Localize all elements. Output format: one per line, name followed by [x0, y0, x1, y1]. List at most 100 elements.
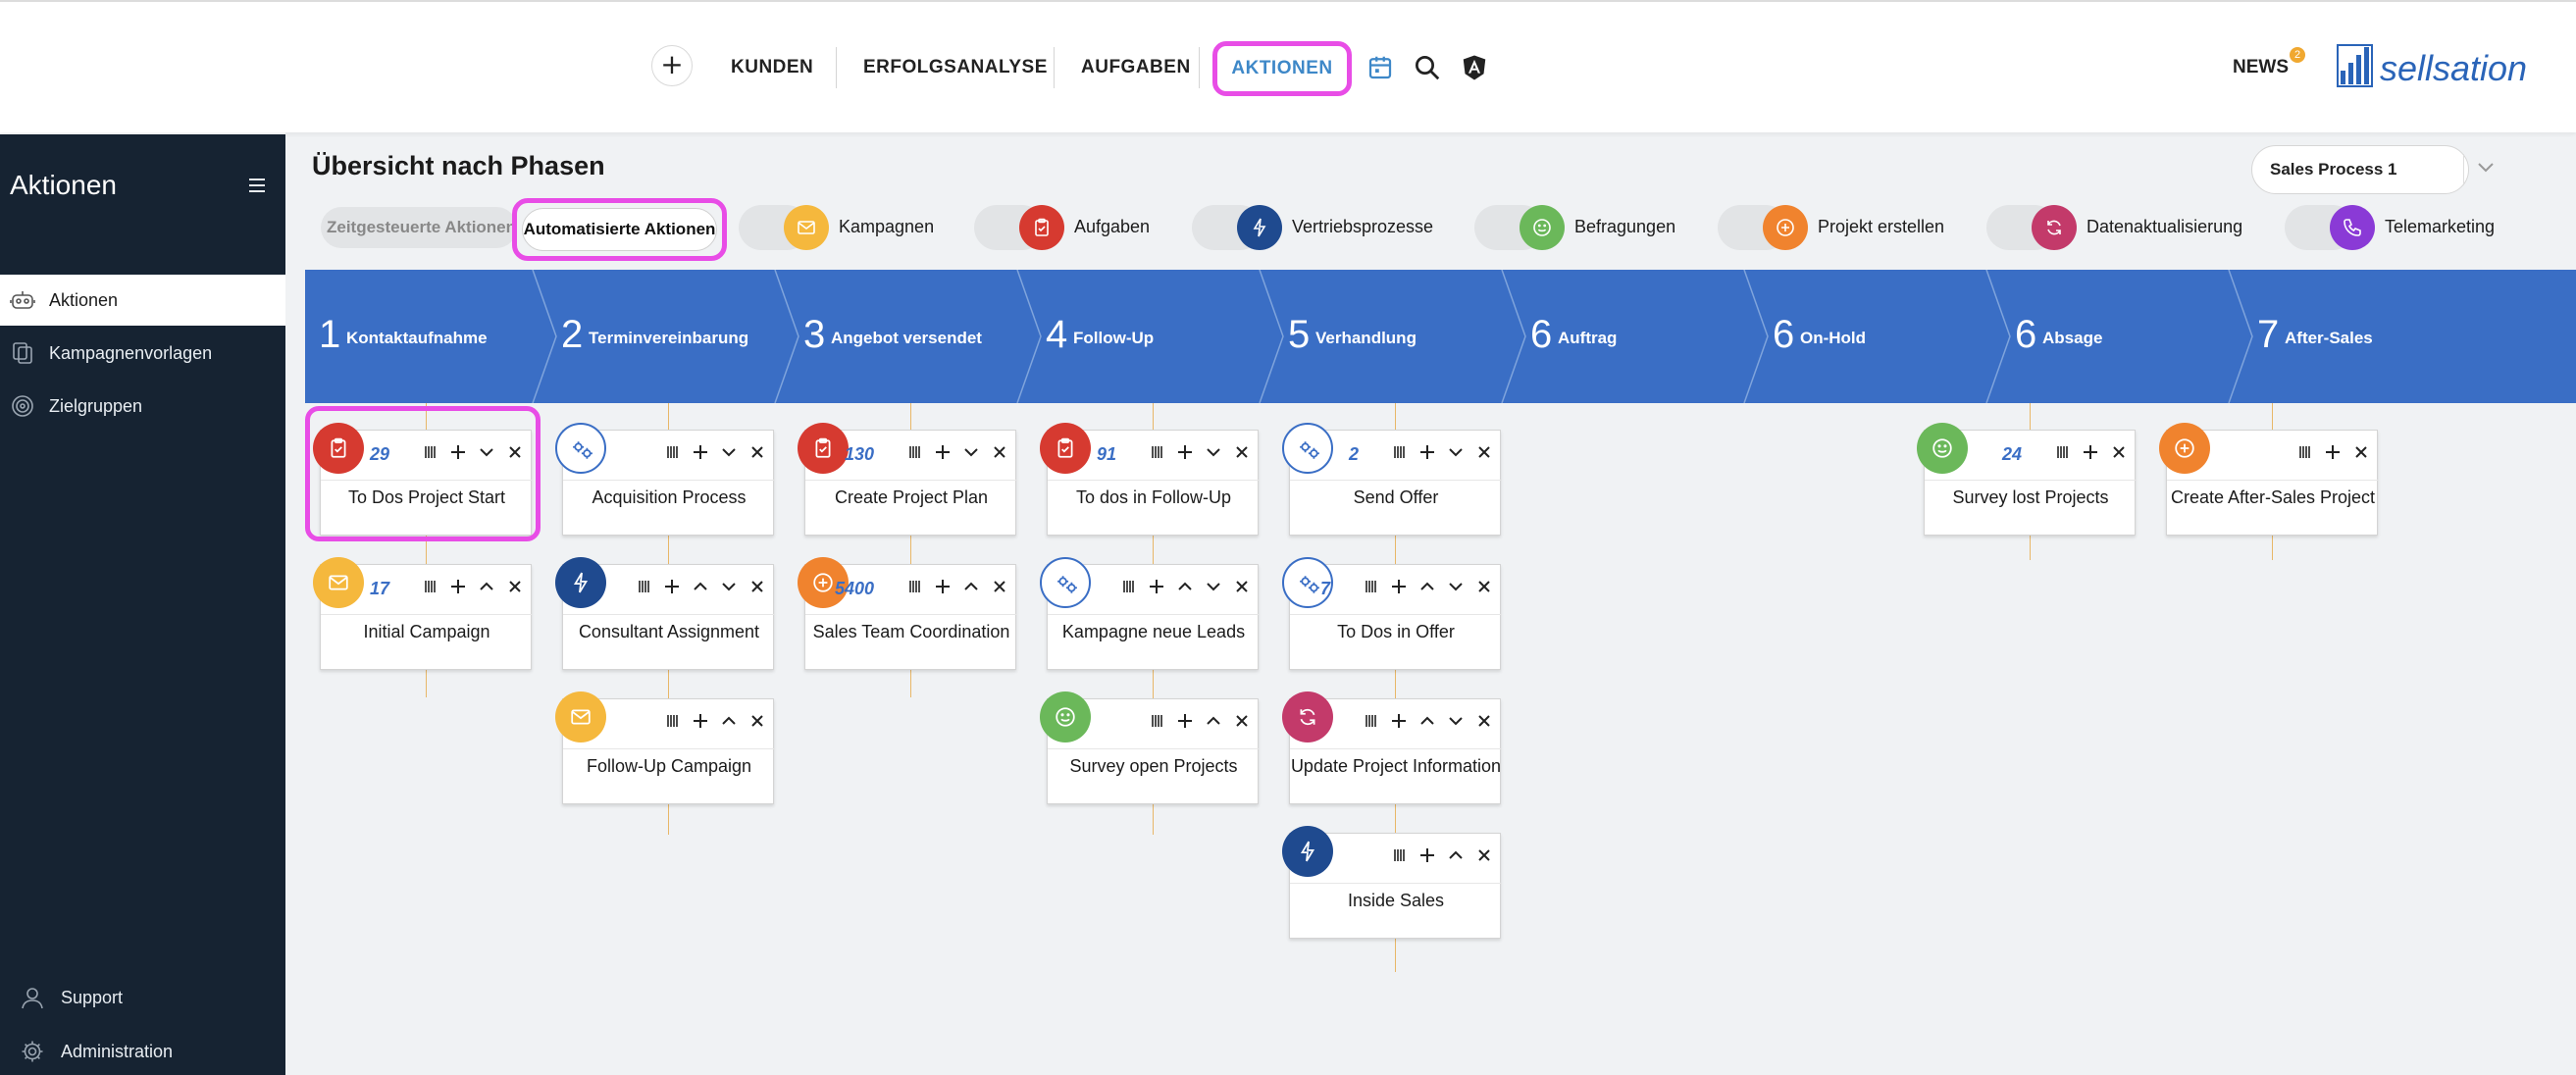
chevron-up-icon[interactable]	[1416, 575, 1439, 598]
action-card[interactable]: 17 Initial Campaign	[313, 557, 533, 670]
action-card[interactable]: Create After-Sales Project	[2159, 423, 2379, 536]
add-icon[interactable]	[1416, 440, 1439, 464]
action-card[interactable]: 130 Create Project Plan	[798, 423, 1017, 536]
add-icon[interactable]	[1145, 575, 1168, 598]
close-icon[interactable]	[988, 440, 1011, 464]
pause-icon[interactable]	[902, 575, 926, 598]
add-icon[interactable]	[1173, 440, 1197, 464]
add-button[interactable]: +	[651, 45, 693, 86]
chevron-down-icon[interactable]	[2477, 162, 2495, 174]
action-card[interactable]: 7 To Dos in Offer	[1282, 557, 1502, 670]
add-icon[interactable]	[1387, 709, 1411, 733]
action-card[interactable]: Kampagne neue Leads	[1040, 557, 1260, 670]
action-card[interactable]: Follow-Up Campaign	[555, 691, 775, 804]
close-icon[interactable]	[1230, 709, 1254, 733]
sidebar-item-aktionen[interactable]: Aktionen	[0, 275, 285, 326]
chevron-down-icon[interactable]	[717, 575, 741, 598]
chevron-up-icon[interactable]	[1416, 709, 1439, 733]
action-card[interactable]: 5400 Sales Team Coordination	[798, 557, 1017, 670]
pause-icon[interactable]	[1145, 709, 1168, 733]
chevron-down-icon[interactable]	[959, 440, 983, 464]
nav-kunden[interactable]: KUNDEN	[731, 51, 813, 84]
process-select[interactable]: Sales Process 1	[2251, 145, 2469, 194]
pause-icon[interactable]	[2050, 440, 2074, 464]
phase-name: Absage	[2042, 329, 2103, 347]
close-icon[interactable]	[746, 575, 769, 598]
pause-icon[interactable]	[902, 440, 926, 464]
action-card[interactable]: Acquisition Process	[555, 423, 775, 536]
action-card[interactable]: Inside Sales	[1282, 826, 1502, 939]
action-card[interactable]: 2 Send Offer	[1282, 423, 1502, 536]
pause-icon[interactable]	[660, 440, 684, 464]
sidebar-item-administration[interactable]: Administration	[0, 1032, 285, 1071]
pause-icon[interactable]	[1145, 440, 1168, 464]
add-icon[interactable]	[931, 575, 954, 598]
add-icon[interactable]	[689, 709, 712, 733]
close-icon[interactable]	[2107, 440, 2131, 464]
pause-icon[interactable]	[1359, 575, 1382, 598]
filter-timed-actions[interactable]: Zeitgesteuerte Aktionen	[321, 207, 517, 248]
close-icon[interactable]	[746, 440, 769, 464]
chevron-up-icon[interactable]	[1444, 844, 1468, 867]
close-icon[interactable]	[1472, 575, 1496, 598]
add-icon[interactable]	[446, 575, 470, 598]
close-icon[interactable]	[1472, 709, 1496, 733]
phase-number: 2	[561, 313, 584, 356]
close-icon[interactable]	[988, 575, 1011, 598]
add-icon[interactable]	[1173, 709, 1197, 733]
action-card[interactable]: Consultant Assignment	[555, 557, 775, 670]
pause-icon[interactable]	[1387, 440, 1411, 464]
nav-aktionen[interactable]: AKTIONEN	[1212, 41, 1352, 96]
nav-erfolgsanalyse[interactable]: ERFOLGSANALYSE	[863, 51, 1048, 84]
close-icon[interactable]	[503, 575, 527, 598]
calendar-icon[interactable]	[1365, 53, 1395, 82]
add-icon[interactable]	[1387, 575, 1411, 598]
sidebar-item-kampagnenvorlagen[interactable]: Kampagnenvorlagen	[0, 328, 285, 379]
close-icon[interactable]	[1472, 440, 1496, 464]
add-icon[interactable]	[2321, 440, 2344, 464]
search-icon[interactable]	[1413, 53, 1442, 82]
menu-icon[interactable]	[247, 178, 267, 193]
close-icon[interactable]	[1230, 575, 1254, 598]
pause-icon[interactable]	[632, 575, 655, 598]
chevron-down-icon[interactable]	[1202, 575, 1225, 598]
chevron-up-icon[interactable]	[959, 575, 983, 598]
close-icon[interactable]	[1472, 844, 1496, 867]
phase-divider	[532, 270, 557, 403]
nav-aufgaben[interactable]: AUFGABEN	[1081, 51, 1191, 84]
chevron-up-icon[interactable]	[717, 709, 741, 733]
close-icon[interactable]	[746, 709, 769, 733]
action-card[interactable]: 24 Survey lost Projects	[1917, 423, 2137, 536]
pause-icon[interactable]	[1116, 575, 1140, 598]
chevron-down-icon[interactable]	[717, 440, 741, 464]
pause-icon[interactable]	[1359, 709, 1382, 733]
pause-icon[interactable]	[660, 709, 684, 733]
pause-icon[interactable]	[1387, 844, 1411, 867]
clipboard-icon	[815, 437, 831, 458]
pause-icon[interactable]	[2293, 440, 2316, 464]
action-card[interactable]: Update Project Information	[1282, 691, 1502, 804]
chevron-down-icon[interactable]	[1444, 440, 1468, 464]
add-icon[interactable]	[1416, 844, 1439, 867]
pause-icon[interactable]	[418, 575, 441, 598]
chevron-down-icon[interactable]	[1202, 440, 1225, 464]
chevron-down-icon[interactable]	[1444, 709, 1468, 733]
news-link[interactable]: NEWS	[2233, 57, 2289, 78]
sidebar-item-support[interactable]: Support	[0, 978, 285, 1017]
add-icon[interactable]	[931, 440, 954, 464]
add-icon[interactable]	[660, 575, 684, 598]
chevron-up-icon[interactable]	[1202, 709, 1225, 733]
chevron-up-icon[interactable]	[475, 575, 498, 598]
action-card[interactable]: 91 To dos in Follow-Up	[1040, 423, 1260, 536]
angular-icon[interactable]	[1460, 53, 1489, 82]
sidebar-item-zielgruppen[interactable]: Zielgruppen	[0, 381, 285, 432]
add-icon[interactable]	[2079, 440, 2102, 464]
add-icon[interactable]	[689, 440, 712, 464]
action-card[interactable]: Survey open Projects	[1040, 691, 1260, 804]
close-icon[interactable]	[2349, 440, 2373, 464]
filter-automated-actions[interactable]: Automatisierte Aktionen	[512, 198, 727, 261]
chevron-up-icon[interactable]	[689, 575, 712, 598]
chevron-up-icon[interactable]	[1173, 575, 1197, 598]
chevron-down-icon[interactable]	[1444, 575, 1468, 598]
close-icon[interactable]	[1230, 440, 1254, 464]
